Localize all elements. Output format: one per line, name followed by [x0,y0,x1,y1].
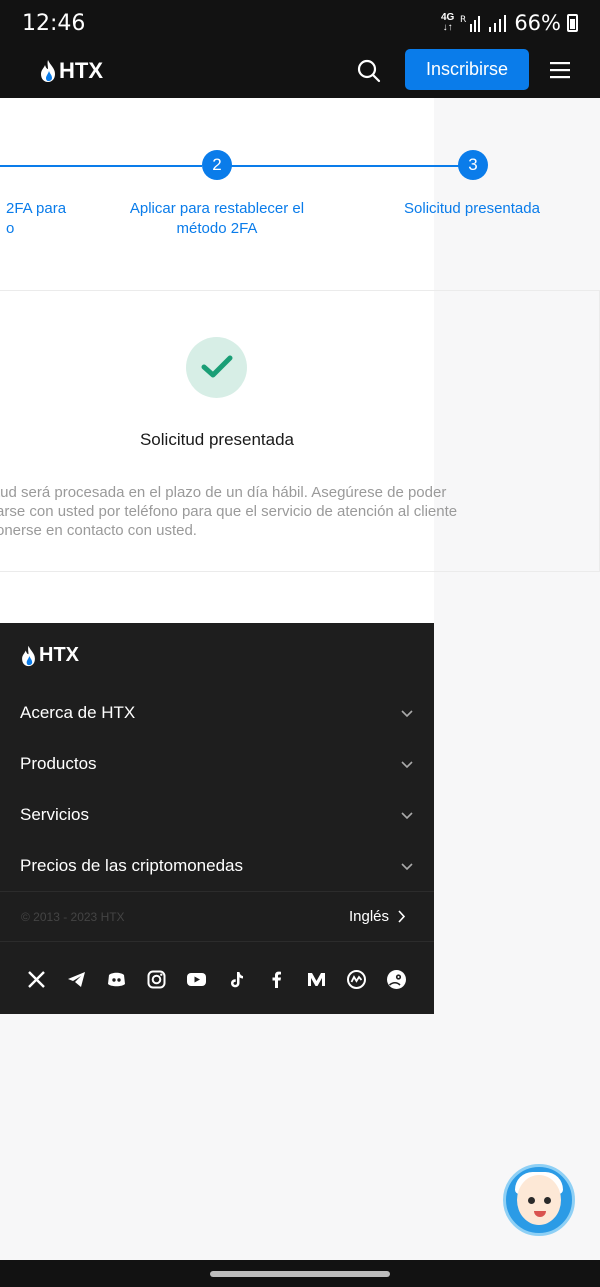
footer-section-label: Servicios [20,805,89,824]
hamburger-menu-icon[interactable] [548,58,572,82]
clock: 12:46 [22,11,86,36]
footer: HTX Acerca de HTX Productos Servicios Pr… [0,623,434,1014]
step-line-1 [0,165,202,167]
step-1-label: 2FA para o [6,200,67,237]
top-navbar: HTX Inscribirse [0,44,600,98]
copyright-text: © 2013 - 2023 HTX [21,910,125,924]
success-badge [186,337,247,398]
avatar-eye [544,1197,551,1204]
footer-section-products[interactable]: Productos [20,749,414,779]
medium-icon[interactable] [306,969,327,990]
signup-button[interactable]: Inscribirse [405,49,529,90]
instagram-icon[interactable] [146,969,167,990]
footer-section-label: Acerca de HTX [20,703,136,722]
footer-section-prices[interactable]: Precios de las criptomonedas [20,851,414,881]
chevron-down-icon [401,863,413,871]
svg-text:R: R [460,15,466,25]
step-3-label: Solicitud presentada [404,200,540,217]
footer-logo-text: HTX [39,644,79,666]
htx-logo[interactable]: HTX [40,58,103,84]
footer-divider [0,891,434,892]
chevron-right-icon [398,910,406,923]
signal-icon [489,15,507,32]
language-selector[interactable]: Inglés [349,908,406,925]
flame-icon [41,60,55,82]
battery-icon [567,14,578,32]
chevron-down-icon [401,761,413,769]
language-label: Inglés [348,908,389,925]
discord-icon[interactable] [106,969,127,990]
right-background [434,98,600,1260]
status-bar: 12:46 4G ↓↑ R 66% [0,0,600,44]
step-3-circle: 3 [458,150,488,180]
status-icons: 4G ↓↑ R 66% [441,11,578,35]
network-indicator: 4G ↓↑ [440,12,455,33]
logo-text: HTX [59,58,103,83]
chevron-down-icon [401,812,413,820]
step-2-circle: 2 [202,150,232,180]
tiktok-icon[interactable] [226,969,247,990]
step-2-label: Aplicar para restablecer el método 2FA [129,200,305,237]
footer-section-about[interactable]: Acerca de HTX [20,698,414,728]
step-line-2 [231,165,459,167]
flame-icon [22,645,35,666]
youtube-icon[interactable] [186,969,207,990]
coinmarketcap-icon[interactable] [346,969,367,990]
x-icon[interactable] [26,969,47,990]
footer-section-label: Precios de las criptomonedas [20,856,244,875]
search-icon[interactable] [356,58,382,84]
footer-section-label: Productos [20,754,97,773]
footer-divider [0,941,434,942]
result-description: tud será procesada en el plazo de un día… [0,484,458,539]
result-title: Solicitud presentada [139,430,295,449]
social-links [26,969,407,990]
checkmark-icon [201,355,233,378]
system-nav-bar [0,1260,600,1287]
chevron-down-icon [401,710,413,718]
avatar-face [517,1175,561,1225]
battery-percent: 66% [514,11,561,35]
footer-section-services[interactable]: Servicios [20,800,414,830]
home-gesture-bar[interactable] [210,1271,390,1277]
support-chat-avatar[interactable] [503,1164,575,1236]
telegram-icon[interactable] [66,969,87,990]
signal-roaming-icon: R [460,15,481,32]
footer-logo[interactable]: HTX [21,644,79,667]
coingecko-icon[interactable] [386,969,407,990]
facebook-icon[interactable] [266,969,287,990]
avatar-eye [528,1197,535,1204]
